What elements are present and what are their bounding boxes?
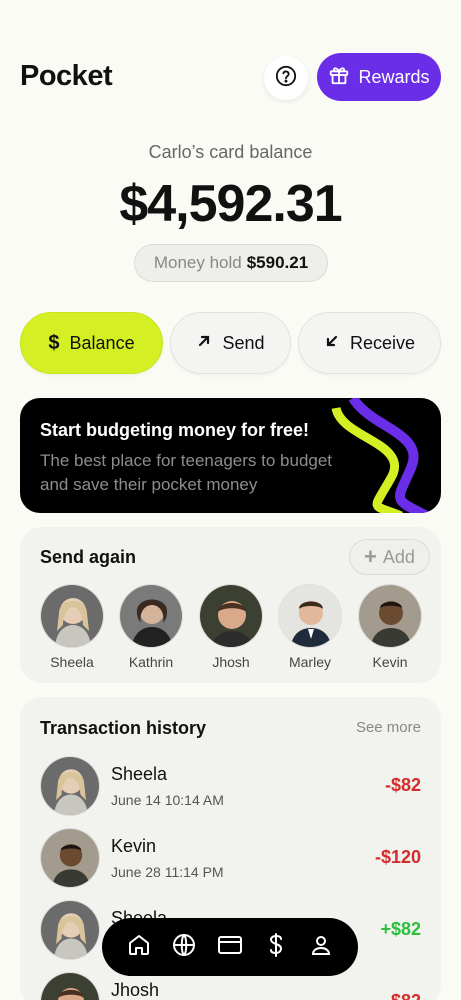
action-buttons: $ Balance Send Receive xyxy=(20,312,441,376)
avatar xyxy=(358,584,422,648)
contact-sheela[interactable]: Sheela xyxy=(39,584,105,670)
transaction-date: June 28 11:14 PM xyxy=(111,864,224,880)
transaction-row[interactable]: Jhosh -$82 xyxy=(40,972,421,1000)
send-button[interactable]: Send xyxy=(170,312,291,374)
balance-button[interactable]: $ Balance xyxy=(20,312,163,374)
avatar xyxy=(119,584,183,648)
avatar xyxy=(199,584,263,648)
avatar xyxy=(40,756,100,816)
balance-label: Carlo’s card balance xyxy=(148,142,313,162)
transaction-amount: +$82 xyxy=(380,919,421,939)
contact-name: Kevin xyxy=(372,654,408,670)
transaction-date: June 14 10:14 AM xyxy=(111,792,224,808)
money-hold-badge: Money hold $590.21 xyxy=(134,244,328,282)
promo-banner[interactable]: Start budgeting money for free! The best… xyxy=(20,398,441,513)
add-contact-button[interactable]: + Add xyxy=(349,539,430,575)
transaction-amount: -$82 xyxy=(384,775,421,795)
send-again-title: Send again xyxy=(40,547,137,567)
contact-name: Sheela xyxy=(50,654,94,670)
avatar xyxy=(40,584,104,648)
see-more-link[interactable]: See more xyxy=(356,719,421,736)
promo-text: The best place for teenagers to budget a… xyxy=(40,451,333,494)
transaction-name: Jhosh xyxy=(111,980,160,1000)
nav-home[interactable] xyxy=(122,930,156,964)
send-button-label: Send xyxy=(222,332,265,353)
profile-icon xyxy=(309,933,333,962)
transaction-amount: -$120 xyxy=(374,847,421,867)
arrow-down-left-icon xyxy=(324,333,340,354)
contact-jhosh[interactable]: Jhosh xyxy=(198,584,264,670)
avatar xyxy=(40,828,100,888)
contact-name: Jhosh xyxy=(212,654,250,670)
dollar-icon: $ xyxy=(48,331,60,354)
balance-amount: $4,592.31 xyxy=(119,175,342,233)
send-again-section: Send again + Add Sheela Kathrin Jhosh Ma… xyxy=(20,527,441,683)
avatar xyxy=(40,900,100,960)
transaction-history-title: Transaction history xyxy=(40,718,207,738)
arrow-up-right-icon xyxy=(196,333,212,354)
nav-cards[interactable] xyxy=(213,930,247,964)
transaction-row[interactable]: Sheela June 14 10:14 AM -$82 xyxy=(40,756,421,816)
nav-money[interactable] xyxy=(259,930,293,964)
gift-icon xyxy=(328,64,350,91)
money-hold-amount: $590.21 xyxy=(246,253,309,272)
avatar xyxy=(40,972,100,1000)
nav-explore[interactable] xyxy=(167,930,201,964)
app-logo: Pocket xyxy=(20,60,113,92)
transaction-name: Kevin xyxy=(111,836,157,856)
rewards-label: Rewards xyxy=(358,66,430,87)
plus-icon: + xyxy=(364,544,377,569)
globe-icon xyxy=(172,933,196,962)
help-button[interactable] xyxy=(264,56,308,100)
transaction-row[interactable]: Kevin June 28 11:14 PM -$120 xyxy=(40,828,421,888)
question-circle-icon xyxy=(275,65,297,92)
rewards-button[interactable]: Rewards xyxy=(317,53,441,101)
contact-name: Kathrin xyxy=(128,654,174,670)
contacts-list: Sheela Kathrin Jhosh Marley Kevin xyxy=(39,584,423,674)
money-hold-label: Money hold xyxy=(153,253,242,272)
transaction-name: Sheela xyxy=(111,764,168,784)
add-label: Add xyxy=(382,546,415,567)
pocket-app: Pocket Rewards Carlo’s card balance $4,5… xyxy=(0,0,461,1000)
promo-title: Start budgeting money for free! xyxy=(40,420,310,440)
dollar-icon xyxy=(265,932,287,963)
header: Pocket Rewards xyxy=(20,52,441,102)
decorative-waves xyxy=(331,398,433,513)
contact-name: Marley xyxy=(288,654,331,670)
bottom-navigation xyxy=(102,918,358,976)
transaction-amount: -$82 xyxy=(385,991,421,1000)
contact-marley[interactable]: Marley xyxy=(277,584,343,670)
balance-button-label: Balance xyxy=(69,332,135,353)
receive-button-label: Receive xyxy=(349,332,416,353)
avatar xyxy=(278,584,342,648)
home-icon xyxy=(127,933,151,962)
nav-profile[interactable] xyxy=(304,930,338,964)
contact-kevin[interactable]: Kevin xyxy=(357,584,423,670)
card-icon xyxy=(217,933,243,962)
contact-kathrin[interactable]: Kathrin xyxy=(118,584,184,670)
receive-button[interactable]: Receive xyxy=(298,312,441,374)
